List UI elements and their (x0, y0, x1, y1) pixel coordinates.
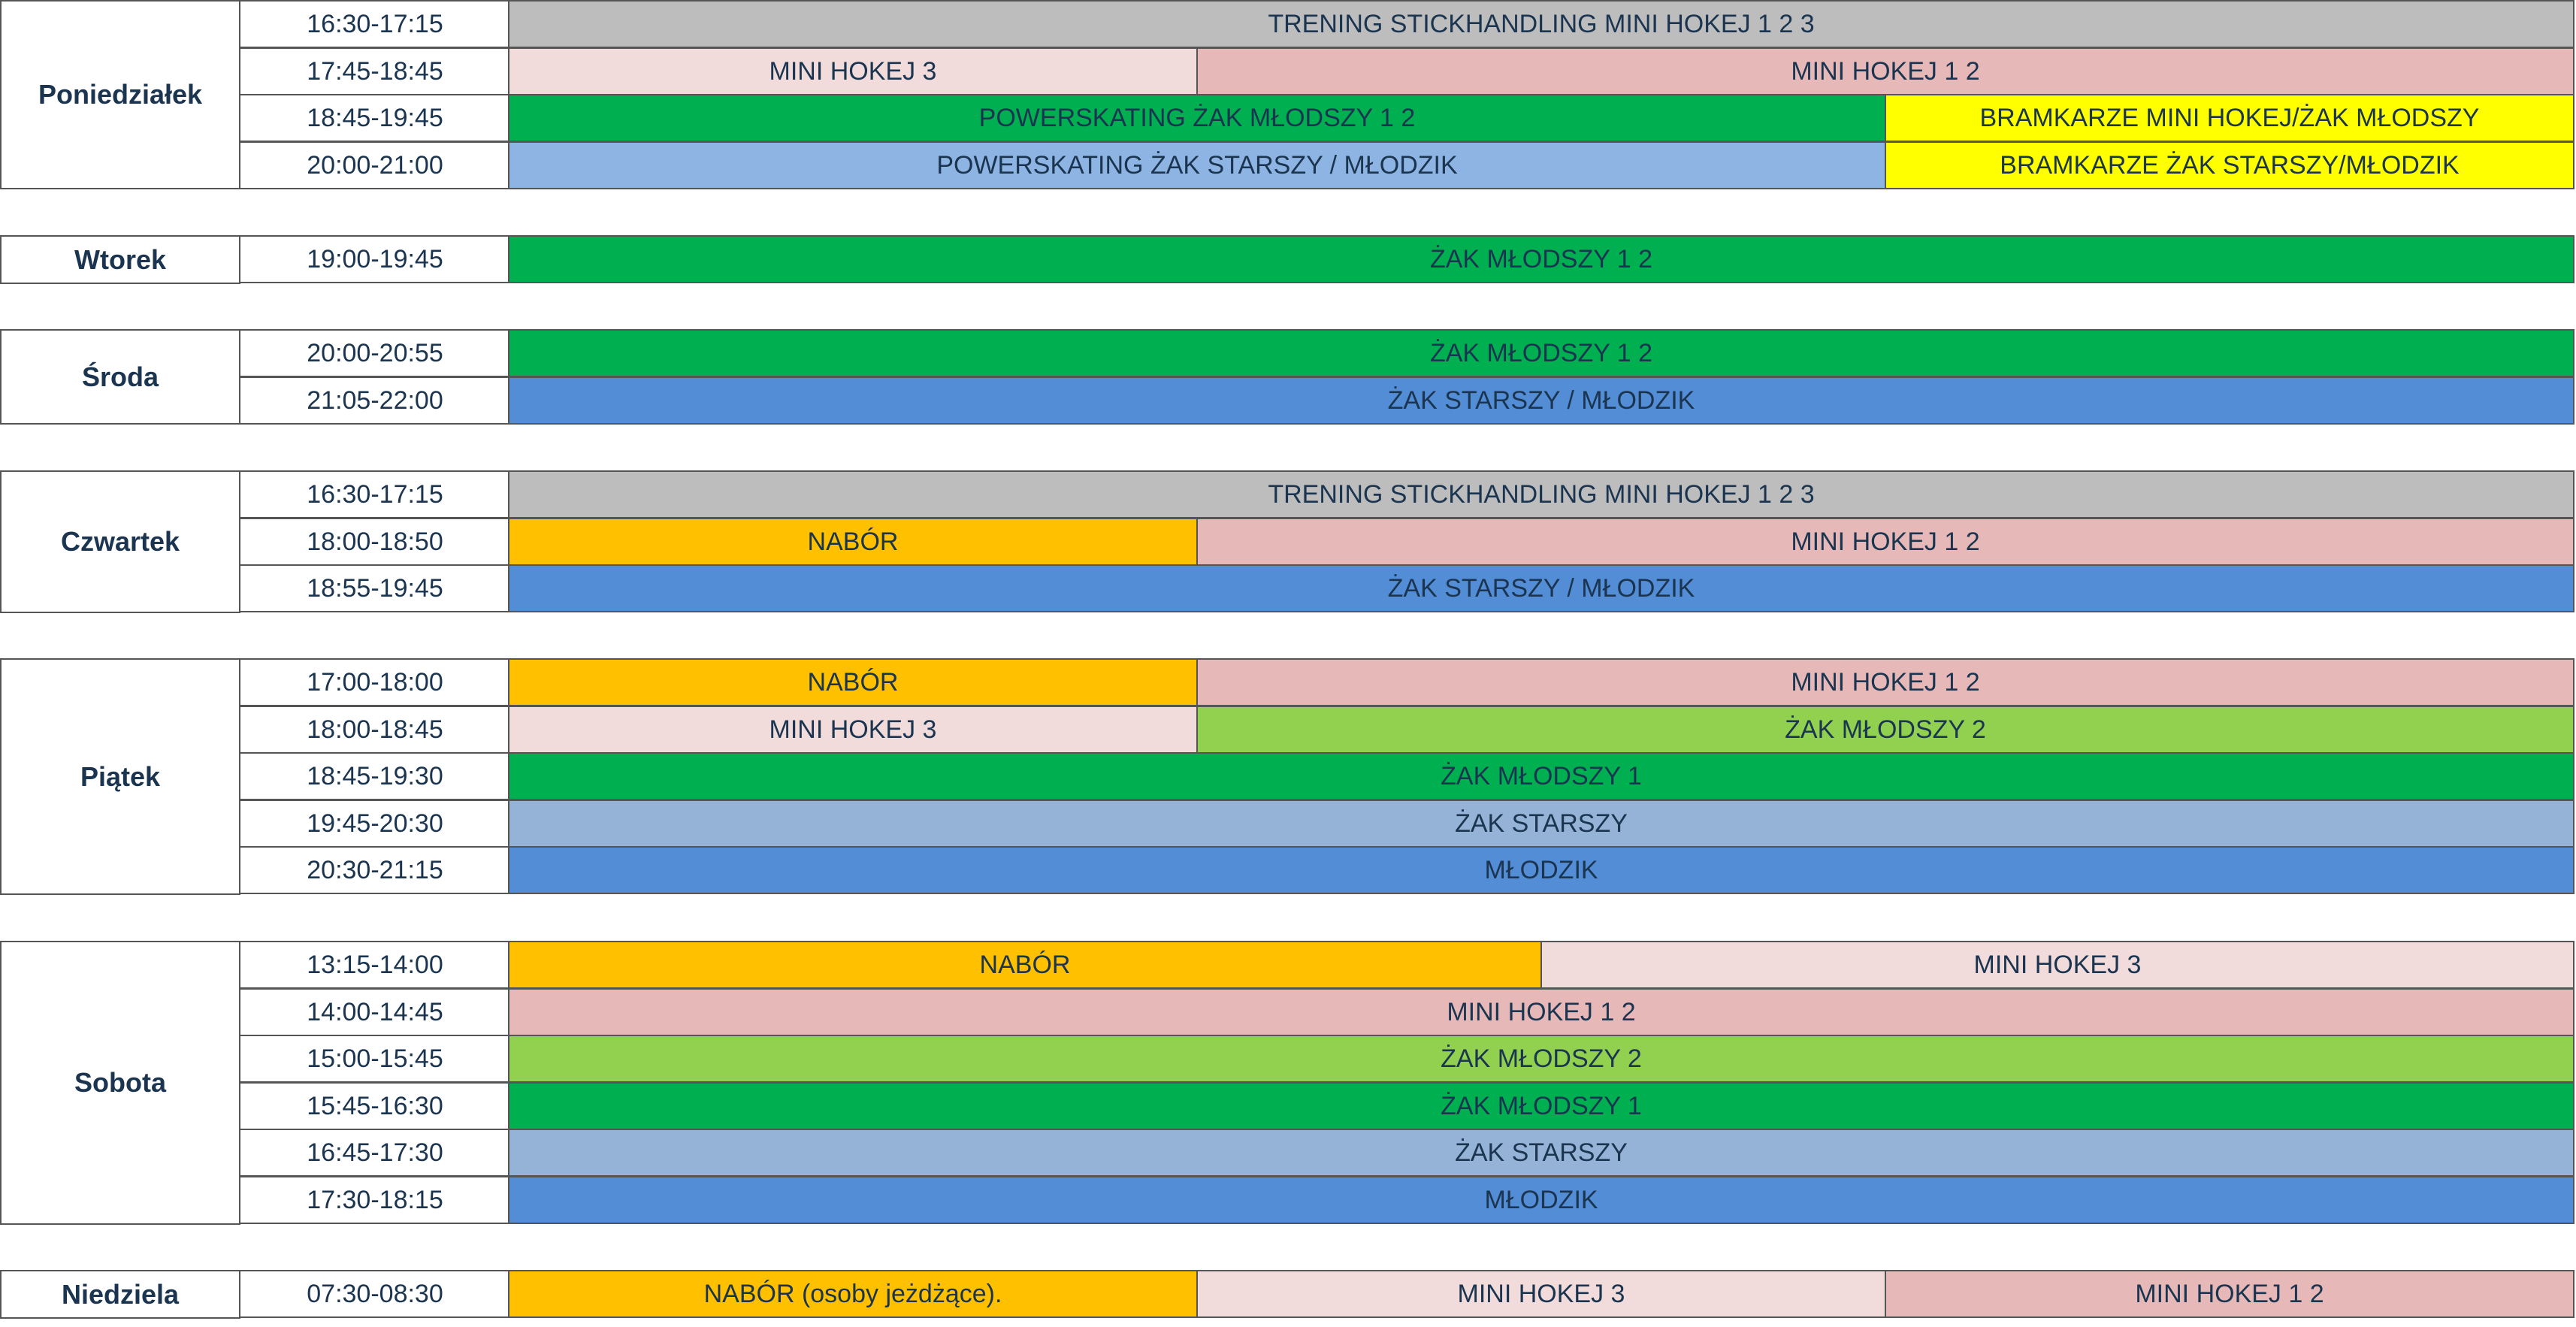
time-slot-row: 15:45-16:30 ŻAK MŁODSZY 1 (0, 1082, 2576, 1130)
activity-cell: MINI HOKEJ 3 (1196, 1270, 1886, 1318)
time-slot-row: 17:45-18:45 MINI HOKEJ 3 MINI HOKEJ 1 2 (0, 47, 2576, 95)
time-range: 18:00-18:50 (239, 518, 511, 566)
activity-cell: MINI HOKEJ 1 2 (1196, 658, 2574, 706)
time-range: 19:45-20:30 (239, 800, 511, 848)
time-slot-row: 20:30-21:15 MŁODZIK (0, 846, 2576, 894)
time-slot-row: 17:00-18:00 NABÓR MINI HOKEJ 1 2 (0, 658, 2576, 706)
day-block-niedziela: Niedziela 07:30-08:30 NABÓR (osoby jeżdżąc… (0, 1270, 2576, 1319)
activity-cell: BRAMKARZE MINI HOKEJ/ŻAK MŁODSZY (1885, 94, 2574, 142)
time-slot-row: 18:00-18:45 MINI HOKEJ 3 ŻAK MŁODSZY 2 (0, 706, 2576, 754)
time-slot-row: 16:30-17:15 TRENING STICKHANDLING MINI HO… (0, 0, 2576, 48)
activity-cell: TRENING STICKHANDLING MINI HOKEJ 1 2 3 (508, 470, 2574, 518)
time-slot-row: 18:45-19:45 POWERSKATING ŻAK MŁODSZY 1 2B… (0, 94, 2576, 142)
activity-cell: MŁODZIK (508, 846, 2574, 894)
time-range: 16:45-17:30 (239, 1129, 511, 1177)
time-slot-row: 18:45-19:30 ŻAK MŁODSZY 1 (0, 752, 2576, 800)
activity-cell: ŻAK MŁODSZY 1 2 (508, 235, 2574, 283)
time-slot-row: 20:00-21:00 POWERSKATING ŻAK STARSZY / MŁ… (0, 141, 2576, 189)
activity-cell: MINI HOKEJ 3 (508, 47, 1198, 95)
time-slot-row: 18:55-19:45 ŻAK STARSZY / MŁODZIK (0, 564, 2576, 612)
time-slot-row: 18:00-18:50 NABÓR MINI HOKEJ 1 2 (0, 518, 2576, 566)
activity-cell: NABÓR (508, 941, 1542, 989)
activity-cell: ŻAK MŁODSZY 1 (508, 752, 2574, 800)
activity-cell: MINI HOKEJ 3 (1540, 941, 2574, 989)
time-range: 18:55-19:45 (239, 564, 511, 612)
time-range: 17:45-18:45 (239, 47, 511, 95)
time-range: 20:00-21:00 (239, 141, 511, 189)
activity-cell: NABÓR (osoby jeżdżące). (508, 1270, 1198, 1318)
time-range: 15:00-15:45 (239, 1035, 511, 1083)
time-range: 18:45-19:45 (239, 94, 511, 142)
time-range: 20:00-20:55 (239, 329, 511, 377)
activity-cell: MINI HOKEJ 1 2 (1196, 518, 2574, 566)
activity-cell: MINI HOKEJ 1 2 (1885, 1270, 2574, 1318)
time-range: 19:00-19:45 (239, 235, 511, 283)
day-block-piatek: Piątek 17:00-18:00 NABÓR MINI HOKEJ 1 2 18:0… (0, 658, 2576, 895)
activity-cell: ŻAK STARSZY / MŁODZIK (508, 376, 2574, 425)
time-slot-row: 07:30-08:30 NABÓR (osoby jeżdżące). MINI H… (0, 1270, 2576, 1318)
time-slot-row: 19:45-20:30 ŻAK STARSZY (0, 800, 2576, 848)
day-block-sroda: Środa 20:00-20:55 ŻAK MŁODSZY 1 2 21:05-22:… (0, 329, 2576, 425)
time-slot-row: 13:15-14:00 NABÓR MINI HOKEJ 3 (0, 941, 2576, 989)
activity-cell: BRAMKARZE ŻAK STARSZY/MŁODZIK (1885, 141, 2574, 189)
time-slot-row: 17:30-18:15 MŁODZIK (0, 1176, 2576, 1224)
time-range: 18:45-19:30 (239, 752, 511, 800)
time-range: 14:00-14:45 (239, 988, 511, 1036)
day-block-sobota: Sobota 13:15-14:00 NABÓR MINI HOKEJ 3 14:00-… (0, 941, 2576, 1225)
time-range: 13:15-14:00 (239, 941, 511, 989)
time-range: 16:30-17:15 (239, 470, 511, 518)
day-block-wtorek: Wtorek 19:00-19:45 ŻAK MŁODSZY 1 2 (0, 235, 2576, 284)
day-block-czwartek: Czwartek 16:30-17:15 TRENING STICKHANDLING… (0, 470, 2576, 613)
activity-cell: NABÓR (508, 518, 1198, 566)
activity-cell: MINI HOKEJ 1 2 (1196, 47, 2574, 95)
activity-cell: MINI HOKEJ 1 2 (508, 988, 2574, 1036)
time-range: 18:00-18:45 (239, 706, 511, 754)
activity-cell: POWERSKATING ŻAK MŁODSZY 1 2 (508, 94, 1886, 142)
time-slot-row: 16:30-17:15 TRENING STICKHANDLING MINI HO… (0, 470, 2576, 518)
time-slot-row: 15:00-15:45 ŻAK MŁODSZY 2 (0, 1035, 2576, 1083)
activity-cell: ŻAK MŁODSZY 1 (508, 1082, 2574, 1130)
activity-cell: ŻAK STARSZY (508, 800, 2574, 848)
time-slot-row: 16:45-17:30 ŻAK STARSZY (0, 1129, 2576, 1177)
time-slot-row: 14:00-14:45 MINI HOKEJ 1 2 (0, 988, 2576, 1036)
time-slot-row: 19:00-19:45 ŻAK MŁODSZY 1 2 (0, 235, 2576, 283)
time-range: 15:45-16:30 (239, 1082, 511, 1130)
activity-cell: ŻAK MŁODSZY 1 2 (508, 329, 2574, 377)
activity-cell: TRENING STICKHANDLING MINI HOKEJ 1 2 3 (508, 0, 2574, 48)
activity-cell: ŻAK STARSZY / MŁODZIK (508, 564, 2574, 612)
time-range: 07:30-08:30 (239, 1270, 511, 1318)
day-block-poniedzialek: Poniedziałek 16:30-17:15 TRENING STICKHAND… (0, 0, 2576, 189)
activity-cell: POWERSKATING ŻAK STARSZY / MŁODZIK (508, 141, 1886, 189)
time-slot-row: 21:05-22:00 ŻAK STARSZY / MŁODZIK (0, 376, 2576, 425)
weekly-training-schedule: Poniedziałek 16:30-17:15 TRENING STICKHAND… (0, 0, 2576, 1327)
time-range: 21:05-22:00 (239, 376, 511, 425)
time-range: 17:30-18:15 (239, 1176, 511, 1224)
time-slot-row: 20:00-20:55 ŻAK MŁODSZY 1 2 (0, 329, 2576, 377)
time-range: 20:30-21:15 (239, 846, 511, 894)
time-range: 16:30-17:15 (239, 0, 511, 48)
activity-cell: ŻAK MŁODSZY 2 (508, 1035, 2574, 1083)
activity-cell: NABÓR (508, 658, 1198, 706)
activity-cell: ŻAK MŁODSZY 2 (1196, 706, 2574, 754)
time-range: 17:00-18:00 (239, 658, 511, 706)
activity-cell: MINI HOKEJ 3 (508, 706, 1198, 754)
activity-cell: MŁODZIK (508, 1176, 2574, 1224)
activity-cell: ŻAK STARSZY (508, 1129, 2574, 1177)
